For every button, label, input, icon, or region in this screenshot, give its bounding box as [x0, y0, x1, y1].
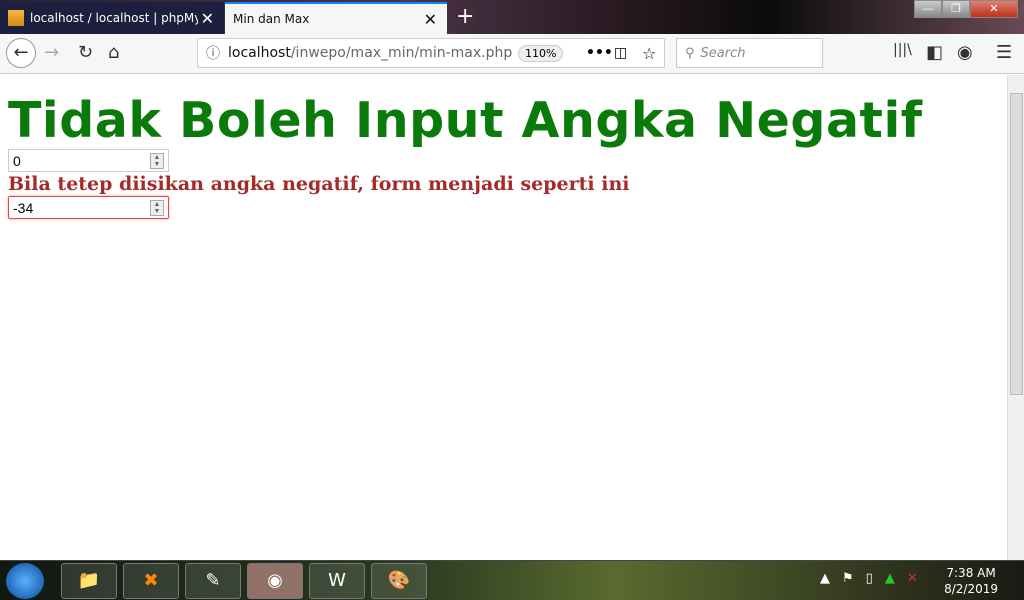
page-title: Tidak Boleh Input Angka Negatif: [8, 92, 923, 149]
network-icon[interactable]: ✕: [907, 571, 918, 586]
paint-taskbar-icon[interactable]: 🎨: [371, 563, 427, 599]
page-content: Tidak Boleh Input Angka Negatif 0 ▲ ▼ Bila…: [0, 75, 1007, 560]
vertical-scrollbar[interactable]: [1007, 75, 1024, 560]
explorer-taskbar-icon[interactable]: 📁: [61, 563, 117, 599]
minimize-button[interactable]: —: [914, 0, 942, 18]
close-tab-icon[interactable]: ✕: [424, 10, 437, 29]
clock-date: 8/2/2019: [944, 582, 998, 596]
account-icon[interactable]: ◉: [957, 42, 973, 63]
page-actions-icon[interactable]: •••: [586, 45, 613, 61]
number-input-invalid[interactable]: -34 ▲ ▼: [8, 196, 169, 219]
menu-icon[interactable]: ☰: [996, 42, 1012, 63]
xampp-taskbar-icon[interactable]: ✖: [123, 563, 179, 599]
zoom-level[interactable]: 110%: [518, 44, 564, 62]
scrollbar-thumb[interactable]: [1010, 93, 1023, 395]
title-bar: localhost / localhost | phpMyAdmin✕ Min …: [0, 0, 1024, 34]
clock[interactable]: 7:38 AM 8/2/2019: [944, 565, 998, 597]
bookmark-star-icon[interactable]: ☆: [642, 44, 656, 63]
back-button[interactable]: ←: [6, 38, 36, 68]
system-tray: ▲ ⚑ ▯ ▲ ✕: [820, 571, 918, 586]
taskbar: 📁 ✖ ✎ ◉ W 🎨 ▲ ⚑ ▯ ▲ ✕ 7:38 AM 8/2/2019: [0, 560, 1024, 600]
forward-button[interactable]: →: [44, 42, 59, 63]
url-host: localhost: [228, 45, 291, 61]
tab-min-dan-max[interactable]: Min dan Max ✕: [225, 2, 447, 34]
pocket-icon[interactable]: ◫: [614, 45, 627, 61]
restore-button[interactable]: ❐: [942, 0, 970, 18]
search-icon: ⚲: [685, 45, 695, 61]
spinner-icon[interactable]: ▲ ▼: [150, 152, 164, 169]
input-value: -34: [13, 199, 34, 216]
notepad-taskbar-icon[interactable]: ✎: [185, 563, 241, 599]
reload-button[interactable]: ↻: [78, 42, 93, 63]
subtitle: Bila tetep diisikan angka negatif, form …: [8, 173, 630, 195]
home-button[interactable]: ⌂: [108, 42, 119, 63]
new-tab-button[interactable]: +: [456, 4, 474, 29]
start-button[interactable]: [6, 563, 44, 599]
tab-label: localhost / localhost | phpMyAdmin: [30, 11, 198, 25]
phpmyadmin-icon: [8, 10, 24, 26]
library-icon[interactable]: |||\: [893, 42, 912, 58]
input-value: 0: [13, 152, 21, 169]
search-placeholder: Search: [700, 45, 746, 61]
spinner-icon[interactable]: ▲ ▼: [150, 199, 164, 216]
number-input-valid[interactable]: 0 ▲ ▼: [8, 149, 169, 172]
flag-icon[interactable]: ⚑: [842, 571, 854, 586]
close-tab-icon[interactable]: ✕: [201, 9, 214, 28]
tab-phpmyadmin[interactable]: localhost / localhost | phpMyAdmin✕: [0, 2, 224, 34]
search-input[interactable]: ⚲ Search: [676, 38, 823, 68]
power-icon[interactable]: ▯: [866, 571, 873, 586]
word-taskbar-icon[interactable]: W: [309, 563, 365, 599]
firefox-taskbar-icon[interactable]: ◉: [247, 563, 303, 599]
app-tray-icon[interactable]: ▲: [885, 571, 895, 586]
tab-label: Min dan Max: [233, 12, 310, 26]
url-path: /inwepo/max_min/min-max.php: [290, 45, 513, 61]
clock-time: 7:38 AM: [946, 566, 996, 580]
navigation-bar: ← → ↻ ⌂ ⓘ localhost/inwepo/max_min/min-m…: [0, 34, 1024, 74]
sidebar-icon[interactable]: ◧: [926, 42, 943, 63]
close-window-button[interactable]: ✕: [970, 0, 1018, 18]
info-icon: ⓘ: [206, 46, 220, 62]
show-hidden-icon[interactable]: ▲: [820, 571, 830, 586]
address-bar[interactable]: ⓘ localhost/inwepo/max_min/min-max.php 1…: [197, 38, 665, 68]
